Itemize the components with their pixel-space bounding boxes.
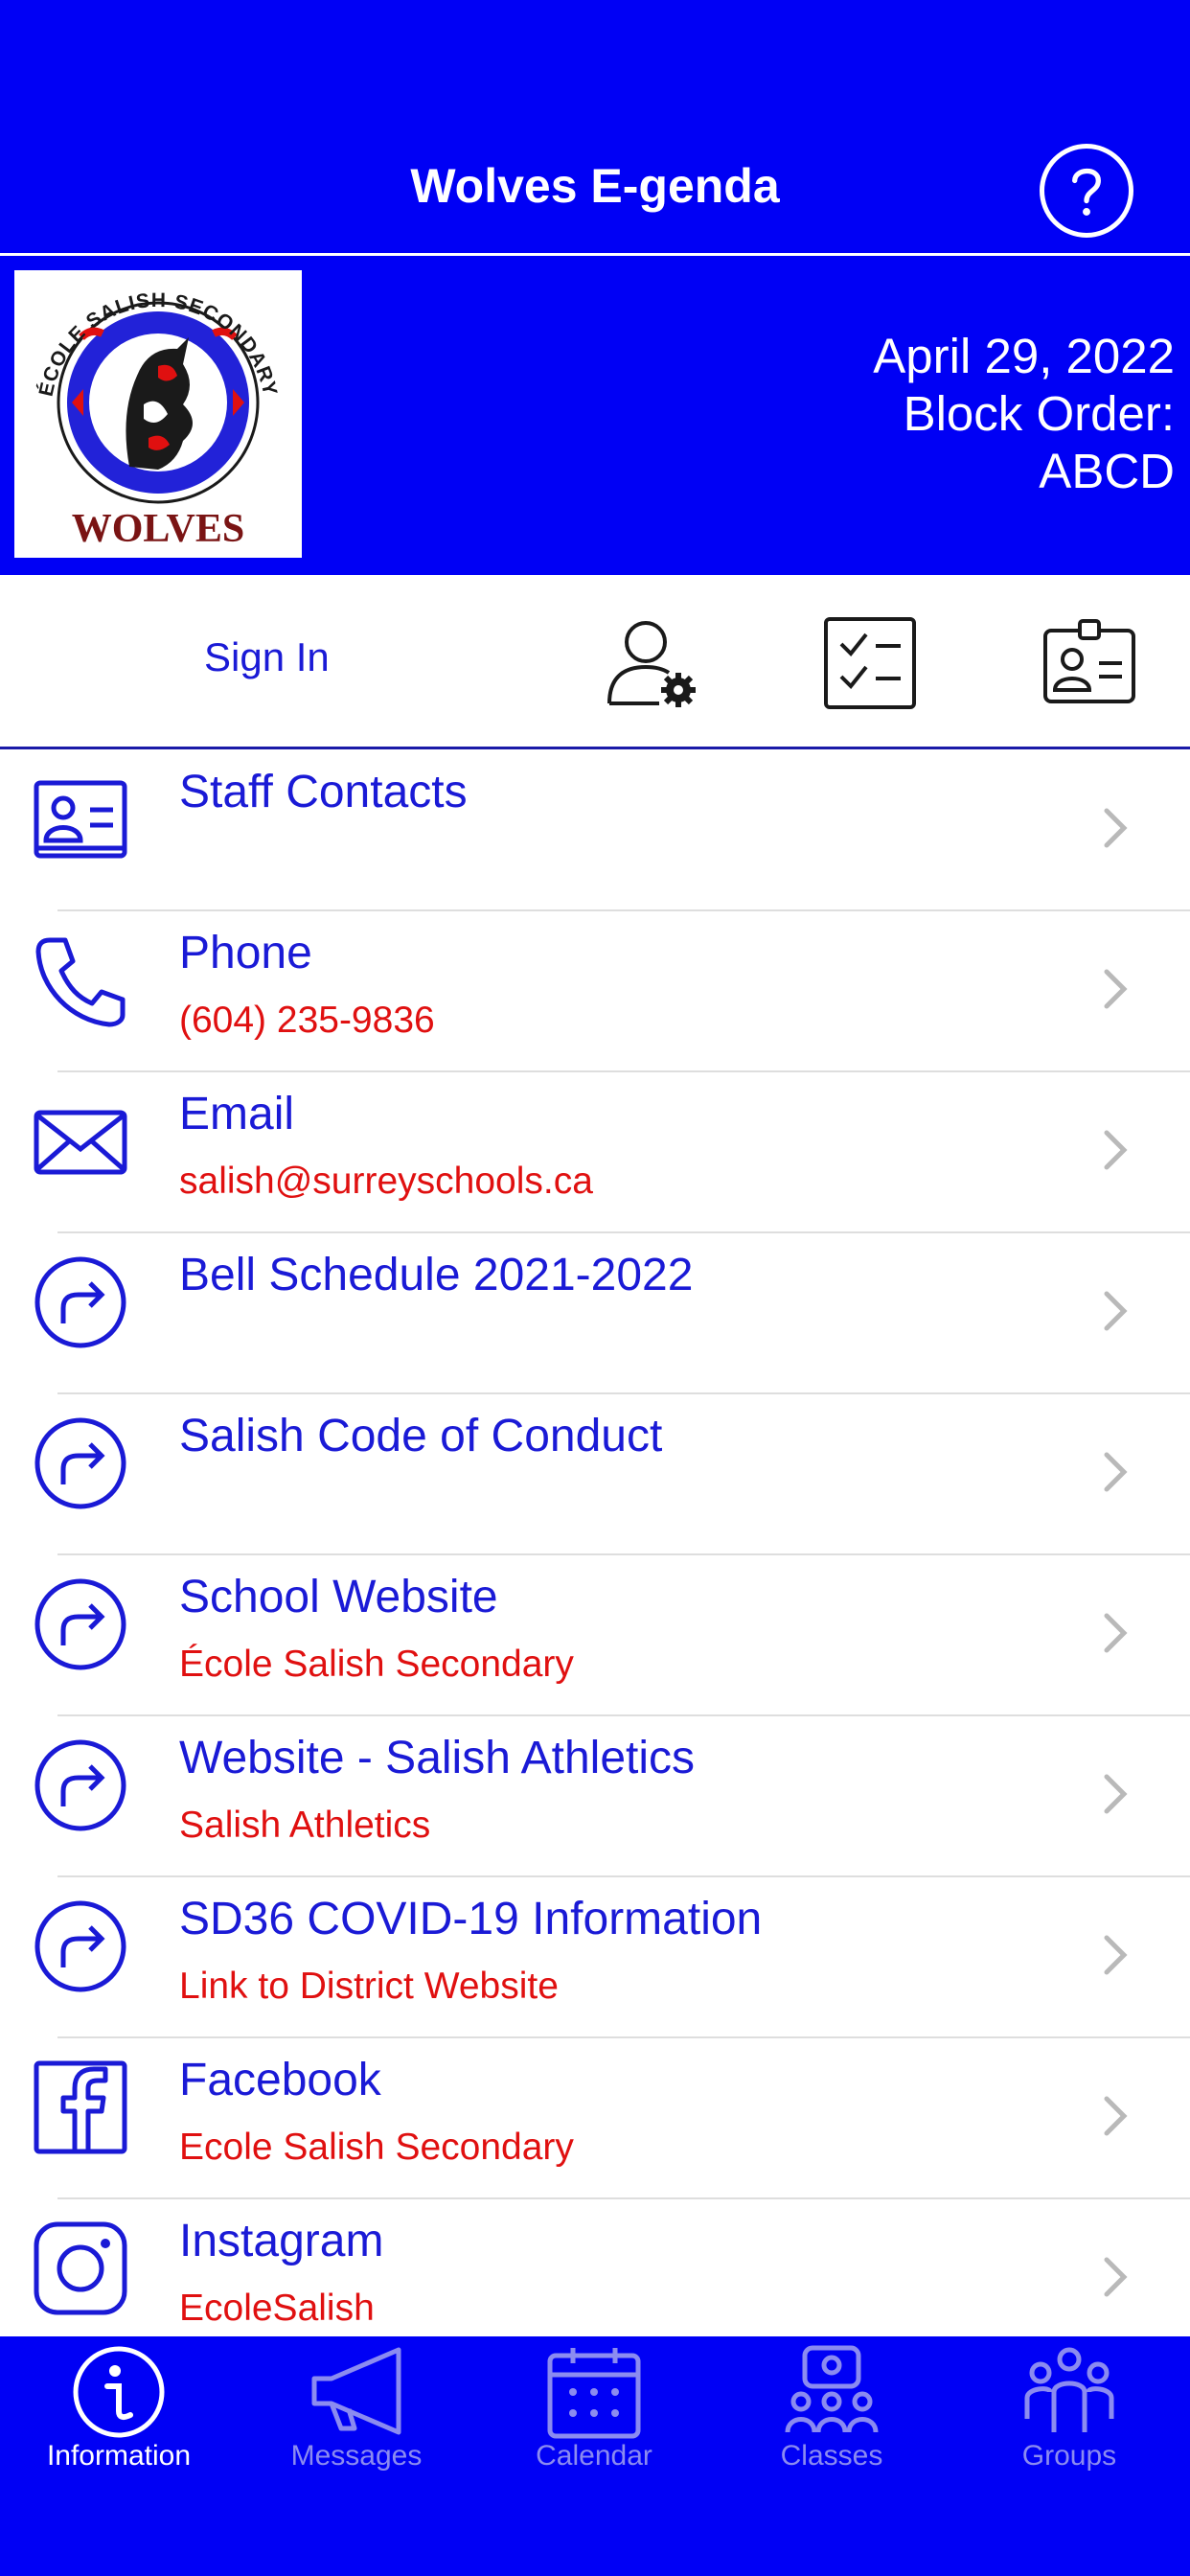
menu-item-phone[interactable]: Phone (604) 235-9836 bbox=[0, 911, 1190, 1072]
block-order-label: Block Order: bbox=[903, 386, 1175, 441]
info-icon bbox=[73, 2346, 165, 2438]
question-circle-icon bbox=[1072, 168, 1101, 216]
menu-item-bell-schedule[interactable]: Bell Schedule 2021-2022 bbox=[0, 1233, 1190, 1394]
menu-item-title: SD36 COVID-19 Information bbox=[179, 1894, 763, 1944]
tab-label: Groups bbox=[1021, 2440, 1117, 2472]
tab-messages[interactable]: Messages bbox=[238, 2336, 475, 2499]
facebook-icon bbox=[33, 2059, 128, 2155]
redirect-arrow-icon bbox=[33, 1254, 128, 1350]
redirect-arrow-icon bbox=[33, 1898, 128, 1994]
id-badge-button[interactable] bbox=[1041, 615, 1137, 711]
chevron-right-icon bbox=[1102, 1772, 1129, 1816]
menu-item-subtitle: École Salish Secondary bbox=[179, 1644, 574, 1685]
chevron-right-icon bbox=[1102, 1933, 1129, 1977]
bottom-tab-bar: Information Messages Calendar Classes Gr… bbox=[0, 2336, 1190, 2576]
help-button[interactable] bbox=[1040, 144, 1133, 238]
tab-information[interactable]: Information bbox=[0, 2336, 238, 2499]
menu-item-staff-contacts[interactable]: Staff Contacts bbox=[0, 750, 1190, 911]
user-settings-button[interactable] bbox=[604, 615, 699, 711]
chevron-right-icon bbox=[1102, 2094, 1129, 2138]
classes-icon bbox=[785, 2345, 879, 2433]
block-order-value: ABCD bbox=[1039, 444, 1175, 498]
menu-item-subtitle: EcoleSalish bbox=[179, 2288, 375, 2329]
action-bar: Sign In bbox=[0, 575, 1190, 749]
menu-item-title: School Website bbox=[179, 1572, 498, 1622]
sign-in-button[interactable]: Sign In bbox=[204, 634, 330, 680]
chevron-right-icon bbox=[1102, 967, 1129, 1011]
date-block: April 29, 2022 Block Order: ABCD bbox=[873, 328, 1175, 500]
menu-item-title: Website - Salish Athletics bbox=[179, 1733, 696, 1783]
top-bar: Wolves E-genda bbox=[0, 0, 1190, 256]
contact-card-icon bbox=[33, 771, 128, 867]
menu-item-covid-info[interactable]: SD36 COVID-19 Information Link to Distri… bbox=[0, 1877, 1190, 2038]
tab-label: Classes bbox=[780, 2440, 883, 2472]
id-badge-icon bbox=[1043, 619, 1135, 703]
menu-item-subtitle: salish@surreyschools.ca bbox=[179, 1161, 593, 1202]
menu-item-email[interactable]: Email salish@surreyschools.ca bbox=[0, 1072, 1190, 1233]
calendar-icon bbox=[547, 2348, 641, 2439]
chevron-right-icon bbox=[1102, 806, 1129, 850]
tab-label: Information bbox=[46, 2440, 192, 2472]
tab-groups[interactable]: Groups bbox=[950, 2336, 1188, 2499]
chevron-right-icon bbox=[1102, 1611, 1129, 1655]
menu-item-title: Staff Contacts bbox=[179, 767, 468, 817]
chevron-right-icon bbox=[1102, 2255, 1129, 2299]
checklist-button[interactable] bbox=[822, 615, 918, 711]
menu-item-title: Instagram bbox=[179, 2216, 384, 2266]
menu-item-title: Facebook bbox=[179, 2055, 381, 2105]
menu-item-subtitle: (604) 235-9836 bbox=[179, 1000, 435, 1041]
chevron-right-icon bbox=[1102, 1128, 1129, 1172]
menu-item-subtitle: Link to District Website bbox=[179, 1966, 559, 2007]
menu-item-title: Phone bbox=[179, 928, 312, 978]
chevron-right-icon bbox=[1102, 1289, 1129, 1333]
chevron-right-icon bbox=[1102, 1450, 1129, 1494]
user-settings-icon bbox=[607, 621, 696, 707]
tab-classes[interactable]: Classes bbox=[713, 2336, 950, 2499]
checklist-icon bbox=[824, 617, 916, 709]
megaphone-icon bbox=[311, 2347, 401, 2435]
svg-text:WOLVES: WOLVES bbox=[72, 507, 245, 551]
tab-calendar[interactable]: Calendar bbox=[475, 2336, 713, 2499]
instagram-icon bbox=[33, 2220, 128, 2316]
tab-label: Calendar bbox=[536, 2440, 652, 2472]
menu-item-school-website[interactable]: School Website École Salish Secondary bbox=[0, 1555, 1190, 1716]
info-menu-list[interactable]: Staff Contacts Phone (604) 235-9836 Emai… bbox=[0, 750, 1190, 2336]
menu-item-code-of-conduct[interactable]: Salish Code of Conduct bbox=[0, 1394, 1190, 1555]
menu-item-subtitle: Salish Athletics bbox=[179, 1805, 431, 1846]
redirect-arrow-icon bbox=[33, 1737, 128, 1833]
menu-item-instagram[interactable]: Instagram EcoleSalish bbox=[0, 2199, 1190, 2336]
menu-item-title: Bell Schedule 2021-2022 bbox=[179, 1250, 694, 1300]
envelope-icon bbox=[33, 1093, 128, 1189]
menu-item-athletics-website[interactable]: Website - Salish Athletics Salish Athlet… bbox=[0, 1716, 1190, 1877]
redirect-arrow-icon bbox=[33, 1415, 128, 1511]
phone-icon bbox=[33, 932, 128, 1028]
current-date: April 29, 2022 bbox=[873, 329, 1175, 383]
menu-item-subtitle: Ecole Salish Secondary bbox=[179, 2127, 574, 2168]
app-title: Wolves E-genda bbox=[410, 159, 780, 213]
menu-item-title: Salish Code of Conduct bbox=[179, 1411, 663, 1461]
groups-icon bbox=[1024, 2347, 1114, 2432]
school-banner: ÉCOLE SALISH SECONDARY WOLVES April 29, … bbox=[0, 256, 1190, 575]
tab-label: Messages bbox=[290, 2440, 423, 2472]
redirect-arrow-icon bbox=[33, 1576, 128, 1672]
menu-item-facebook[interactable]: Facebook Ecole Salish Secondary bbox=[0, 2038, 1190, 2199]
menu-item-title: Email bbox=[179, 1089, 295, 1139]
school-logo: ÉCOLE SALISH SECONDARY WOLVES bbox=[14, 270, 302, 558]
